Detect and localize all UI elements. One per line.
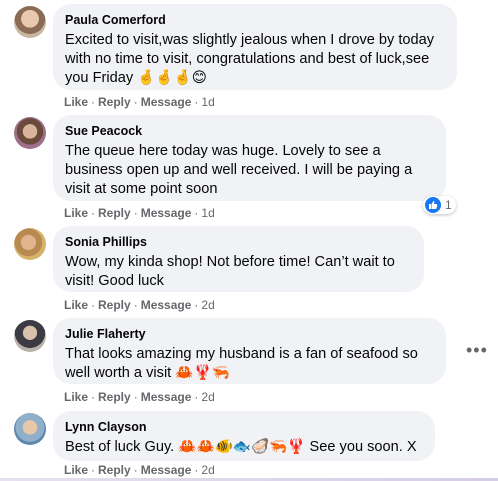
comment-text: That looks amazing my husband is a fan o… bbox=[65, 346, 418, 381]
comment-text: Best of luck Guy. 🦀🦀🐠🐟🦪🦐🦞 See you soon. … bbox=[65, 439, 417, 455]
message-link[interactable]: Message bbox=[141, 206, 192, 220]
message-link[interactable]: Message bbox=[141, 390, 192, 404]
comment-bubble: Julie Flaherty That looks amazing my hus… bbox=[53, 318, 446, 384]
reply-link[interactable]: Reply bbox=[98, 206, 131, 220]
reaction-count: 1 bbox=[445, 198, 452, 212]
comment-text: Wow, my kinda shop! Not before time! Can… bbox=[65, 254, 395, 289]
avatar[interactable] bbox=[14, 320, 46, 352]
reply-link[interactable]: Reply bbox=[98, 298, 131, 312]
timestamp[interactable]: 2d bbox=[201, 298, 214, 312]
comment-actions: Like · Reply · Message · 1d bbox=[64, 95, 215, 109]
timestamp[interactable]: 2d bbox=[201, 463, 214, 477]
comment-text: The queue here today was huge. Lovely to… bbox=[65, 143, 413, 197]
timestamp[interactable]: 1d bbox=[201, 95, 214, 109]
like-link[interactable]: Like bbox=[64, 463, 88, 477]
like-reaction-icon bbox=[425, 197, 441, 213]
like-link[interactable]: Like bbox=[64, 206, 88, 220]
timestamp[interactable]: 2d bbox=[201, 390, 214, 404]
comment-bubble: Lynn Clayson Best of luck Guy. 🦀🦀🐠🐟🦪🦐🦞 S… bbox=[53, 411, 435, 461]
more-options-icon[interactable]: ••• bbox=[466, 340, 488, 361]
comment-author[interactable]: Sonia Phillips bbox=[65, 234, 412, 250]
comment-actions: Like · Reply · Message · 2d bbox=[64, 390, 215, 404]
comment-text: Excited to visit,was slightly jealous wh… bbox=[65, 32, 435, 86]
avatar[interactable] bbox=[14, 228, 46, 260]
avatar[interactable] bbox=[14, 6, 46, 38]
comment-author[interactable]: Julie Flaherty bbox=[65, 326, 434, 342]
like-link[interactable]: Like bbox=[64, 298, 88, 312]
avatar[interactable] bbox=[14, 117, 46, 149]
comment-actions: Like · Reply · Message · 1d bbox=[64, 206, 215, 220]
reply-link[interactable]: Reply bbox=[98, 390, 131, 404]
comment-bubble: Sonia Phillips Wow, my kinda shop! Not b… bbox=[53, 226, 424, 292]
comment-author[interactable]: Sue Peacock bbox=[65, 123, 434, 139]
comment-author[interactable]: Paula Comerford bbox=[65, 12, 445, 28]
comment-bubble: Paula Comerford Excited to visit,was sli… bbox=[53, 4, 457, 90]
comment-actions: Like · Reply · Message · 2d bbox=[64, 463, 215, 477]
message-link[interactable]: Message bbox=[141, 298, 192, 312]
comment-author[interactable]: Lynn Clayson bbox=[65, 419, 423, 435]
reply-link[interactable]: Reply bbox=[98, 463, 131, 477]
comment-actions: Like · Reply · Message · 2d bbox=[64, 298, 215, 312]
like-link[interactable]: Like bbox=[64, 95, 88, 109]
comment-bubble: Sue Peacock The queue here today was hug… bbox=[53, 115, 446, 201]
timestamp[interactable]: 1d bbox=[201, 206, 214, 220]
avatar[interactable] bbox=[14, 413, 46, 445]
reaction-badge[interactable]: 1 bbox=[423, 196, 456, 214]
reply-link[interactable]: Reply bbox=[98, 95, 131, 109]
message-link[interactable]: Message bbox=[141, 95, 192, 109]
message-link[interactable]: Message bbox=[141, 463, 192, 477]
like-link[interactable]: Like bbox=[64, 390, 88, 404]
